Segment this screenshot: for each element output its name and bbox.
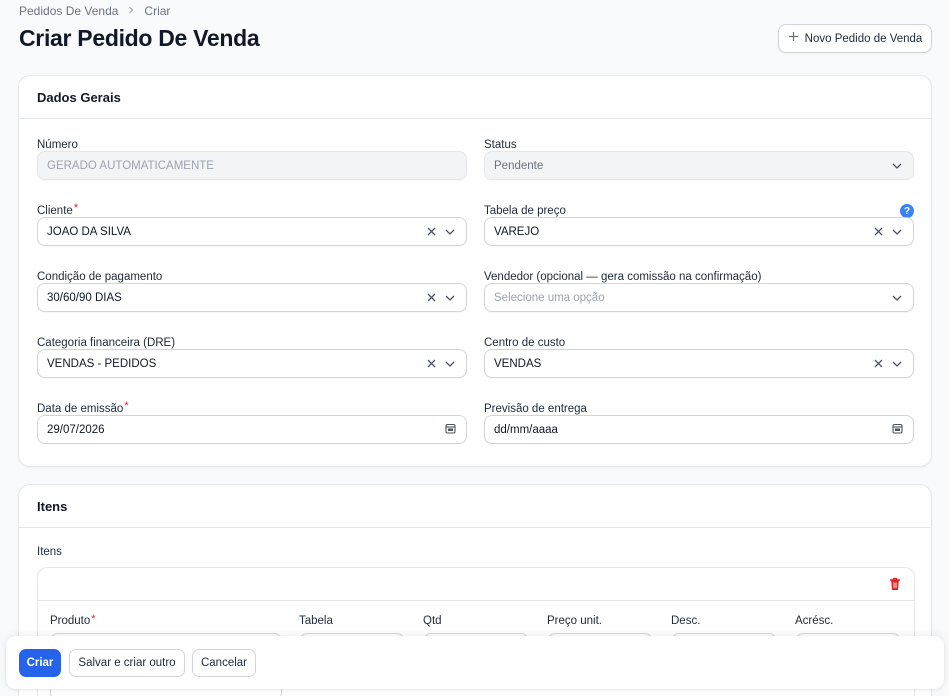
tabela-column-label: Tabela	[299, 615, 333, 627]
chevron-down-icon[interactable]	[444, 292, 456, 304]
section-title: Itens	[19, 485, 931, 528]
qtd-column-label: Qtd	[423, 615, 442, 627]
required-marker: *	[73, 202, 79, 214]
data-emissao-input[interactable]: 29/07/2026	[37, 415, 467, 444]
tabela-preco-select[interactable]: VAREJO	[484, 217, 914, 246]
previsao-entrega-input[interactable]: dd/mm/aaaa	[484, 415, 914, 444]
data-emissao-label: Data de emissão	[37, 403, 124, 415]
chevron-right-icon	[127, 5, 135, 17]
calendar-icon[interactable]	[892, 423, 903, 437]
required-marker: *	[124, 400, 129, 412]
categoria-financeira-select[interactable]: VENDAS - PEDIDOS	[37, 349, 467, 378]
status-field: Status Pendente	[484, 138, 914, 180]
cliente-label: Cliente	[37, 205, 73, 217]
salvar-criar-outro-button[interactable]: Salvar e criar outro	[69, 649, 185, 677]
clear-icon[interactable]	[427, 291, 436, 304]
categoria-financeira-field: Categoria financeira (DRE) VENDAS - PEDI…	[37, 336, 467, 378]
preco-unit-column-label: Preço unit.	[547, 615, 602, 627]
clear-icon[interactable]	[874, 225, 883, 238]
cliente-select[interactable]: JOAO DA SILVA	[37, 217, 467, 246]
calendar-icon[interactable]	[445, 423, 456, 437]
page-title: Criar Pedido De Venda	[19, 25, 260, 51]
numero-field: Número GERADO AUTOMATICAMENTE	[37, 138, 467, 180]
chevron-down-icon	[891, 160, 903, 172]
condicao-pagamento-label: Condição de pagamento	[37, 271, 163, 283]
status-select: Pendente	[484, 151, 914, 180]
chevron-down-icon[interactable]	[444, 226, 456, 238]
tabela-preco-value: VAREJO	[494, 225, 540, 238]
centro-custo-value: VENDAS	[494, 357, 542, 370]
required-marker: *	[91, 613, 96, 625]
form-actions-bar: Criar Salvar e criar outro Cancelar	[6, 636, 944, 689]
centro-custo-label: Centro de custo	[484, 337, 566, 349]
novo-pedido-button[interactable]: Novo Pedido de Venda	[778, 24, 932, 53]
vendedor-label: Vendedor (opcional — gera comissão na co…	[484, 271, 762, 283]
trash-icon[interactable]	[889, 577, 901, 594]
chevron-down-icon[interactable]	[891, 292, 903, 304]
data-emissao-value: 29/07/2026	[47, 423, 105, 436]
numero-input: GERADO AUTOMATICAMENTE	[37, 151, 467, 180]
numero-label: Número	[37, 139, 78, 151]
item-row-toolbar	[38, 568, 914, 601]
chevron-down-icon[interactable]	[891, 226, 903, 238]
data-emissao-field: Data de emissão * 29/07/2026	[37, 400, 467, 444]
acresc-column-label: Acrésc.	[795, 615, 834, 627]
desc-column-label: Desc.	[671, 615, 701, 627]
previsao-entrega-value: dd/mm/aaaa	[494, 423, 558, 436]
cliente-field: Cliente * JOAO DA SILVA	[37, 202, 467, 246]
plus-icon	[788, 30, 799, 46]
categoria-financeira-value: VENDAS - PEDIDOS	[47, 357, 157, 370]
help-icon[interactable]: ?	[900, 204, 914, 218]
breadcrumb-link-pedidos[interactable]: Pedidos De Venda	[19, 4, 118, 18]
clear-icon[interactable]	[874, 357, 883, 370]
clear-icon[interactable]	[427, 225, 436, 238]
itens-repeater-label: Itens	[37, 546, 62, 558]
clear-icon[interactable]	[427, 357, 436, 370]
previsao-entrega-field: Previsão de entrega dd/mm/aaaa	[484, 402, 914, 444]
chevron-down-icon[interactable]	[891, 358, 903, 370]
section-title: Dados Gerais	[19, 76, 931, 119]
status-label: Status	[484, 139, 517, 151]
breadcrumb-current: Criar	[144, 4, 171, 18]
cancelar-button[interactable]: Cancelar	[192, 649, 256, 677]
cliente-value: JOAO DA SILVA	[47, 225, 131, 238]
condicao-pagamento-field: Condição de pagamento 30/60/90 DIAS	[37, 270, 467, 312]
centro-custo-select[interactable]: VENDAS	[484, 349, 914, 378]
tabela-preco-field: Tabela de preço ? VAREJO	[484, 204, 914, 246]
novo-pedido-label: Novo Pedido de Venda	[804, 32, 923, 45]
categoria-financeira-label: Categoria financeira (DRE)	[37, 337, 176, 349]
chevron-down-icon[interactable]	[444, 358, 456, 370]
centro-custo-field: Centro de custo VENDAS	[484, 336, 914, 378]
vendedor-field: Vendedor (opcional — gera comissão na co…	[484, 270, 914, 312]
previsao-entrega-label: Previsão de entrega	[484, 403, 587, 415]
status-value: Pendente	[494, 159, 544, 172]
tabela-preco-label: Tabela de preço	[484, 205, 566, 217]
condicao-pagamento-select[interactable]: 30/60/90 DIAS	[37, 283, 467, 312]
breadcrumb: Pedidos De Venda Criar	[19, 4, 170, 18]
vendedor-select[interactable]: Selecione uma opção	[484, 283, 914, 312]
produto-column-label: Produto	[50, 615, 91, 627]
dados-gerais-section: Dados Gerais Número GERADO AUTOMATICAMEN…	[18, 75, 932, 467]
condicao-pagamento-value: 30/60/90 DIAS	[47, 291, 122, 304]
vendedor-placeholder: Selecione uma opção	[494, 291, 605, 304]
criar-button[interactable]: Criar	[19, 649, 61, 677]
